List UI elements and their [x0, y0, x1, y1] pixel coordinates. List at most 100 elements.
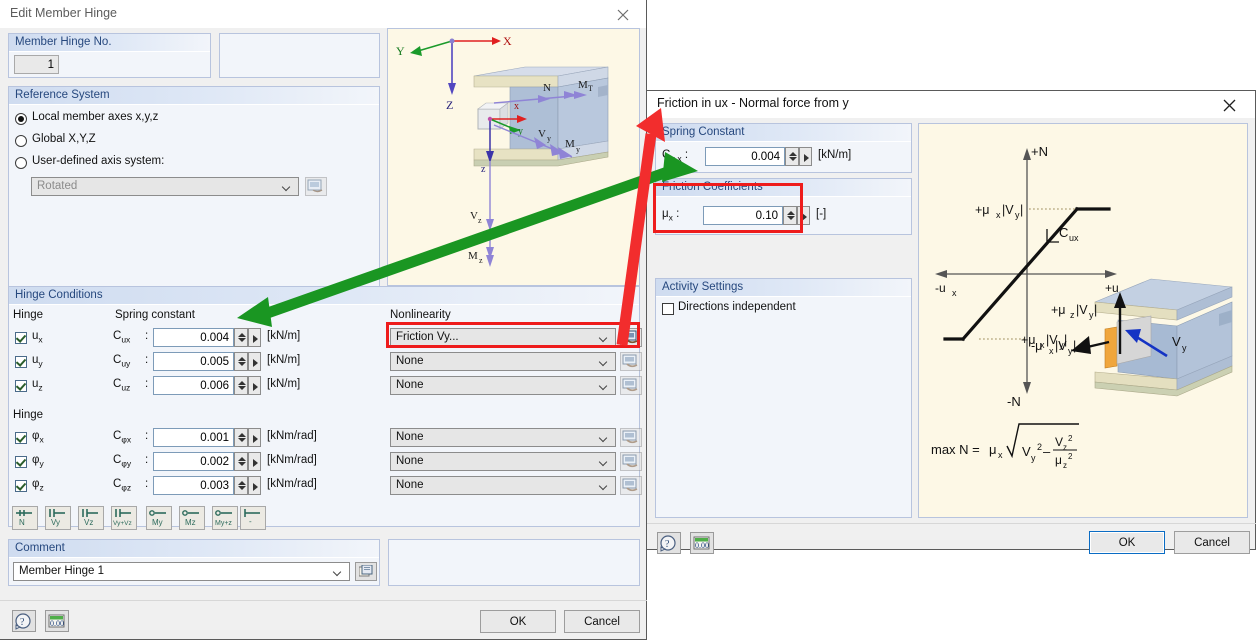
- unit-label-ux: [kN/m]: [267, 330, 300, 342]
- nonlinearity-value-phiy: None: [396, 455, 424, 467]
- ok-button-label: OK: [510, 616, 527, 628]
- radio-local-member-axes[interactable]: [15, 113, 27, 125]
- spring-constant-input-uz[interactable]: 0.006: [153, 376, 234, 395]
- close-icon[interactable]: [1205, 91, 1255, 118]
- svg-text:2: 2: [1068, 434, 1073, 443]
- row-checkbox-uy[interactable]: [15, 356, 27, 368]
- reference-system-group: Reference System Local member axes x,y,z…: [8, 86, 380, 294]
- chevron-down-icon: [600, 383, 608, 388]
- spinner-more-phiz[interactable]: [248, 476, 261, 495]
- spring-constant-input-phiy[interactable]: 0.002: [153, 452, 234, 471]
- spinner-more-phiy[interactable]: [248, 452, 261, 471]
- row-checkbox-phiz[interactable]: [15, 480, 27, 492]
- nonlinearity-combo-uy[interactable]: None: [390, 352, 616, 371]
- ok-button[interactable]: OK: [480, 610, 556, 633]
- spring-constant-value-uy: 0.005: [200, 356, 233, 368]
- radio-user-defined-axes[interactable]: [15, 157, 27, 169]
- svg-text:+μ: +μ: [975, 203, 990, 217]
- row-colon-uz: :: [145, 378, 148, 390]
- nonlinearity-edit-button-phix[interactable]: [620, 428, 642, 447]
- pick-axis-icon[interactable]: [305, 177, 327, 196]
- spinner-more-uz[interactable]: [248, 376, 261, 395]
- radio-user-defined-axes-label: User-defined axis system:: [32, 155, 164, 167]
- nonlinearity-edit-button-uy[interactable]: [620, 352, 642, 371]
- row-colon-uy: :: [145, 354, 148, 366]
- spinner-more-ux[interactable]: [248, 328, 261, 347]
- spinner-uy[interactable]: [234, 352, 248, 371]
- directions-independent-checkbox[interactable]: [662, 303, 674, 315]
- spinner-uz[interactable]: [234, 376, 248, 395]
- units-icon[interactable]: 0.00: [690, 532, 714, 554]
- close-icon[interactable]: [601, 0, 646, 27]
- svg-text:0.00: 0.00: [695, 541, 709, 550]
- spring-constant-more[interactable]: [799, 147, 812, 166]
- unit-label-phix: [kNm/rad]: [267, 430, 317, 442]
- nonlinearity-combo-phiy[interactable]: None: [390, 452, 616, 471]
- nonlinearity-combo-uz[interactable]: None: [390, 376, 616, 395]
- spinner-phiy[interactable]: [234, 452, 248, 471]
- spinner-ux[interactable]: [234, 328, 248, 347]
- preset-mz-button[interactable]: Mz: [179, 506, 205, 530]
- svg-text:x: x: [996, 210, 1001, 220]
- svg-text:2: 2: [1068, 452, 1073, 461]
- spring-constant-spinner[interactable]: [785, 147, 799, 166]
- svg-text:+N: +N: [1031, 144, 1048, 159]
- preset-mymz-button[interactable]: My+z: [212, 506, 238, 530]
- spinner-more-uy[interactable]: [248, 352, 261, 371]
- spring-constant-input-phiz[interactable]: 0.003: [153, 476, 234, 495]
- svg-text:V: V: [470, 210, 478, 222]
- row-checkbox-phiy[interactable]: [15, 456, 27, 468]
- cancel-button[interactable]: Cancel: [564, 610, 640, 633]
- row-const-label-uz: Cuz: [113, 378, 130, 392]
- preset-vz-button[interactable]: Vz: [78, 506, 104, 530]
- spinner-phix[interactable]: [234, 428, 248, 447]
- spring-constant-label: Cu,x :: [662, 149, 688, 163]
- copy-comment-icon[interactable]: [355, 562, 377, 581]
- help-icon[interactable]: ?: [12, 610, 36, 632]
- cancel-button-label: Cancel: [584, 616, 620, 628]
- spring-constant-input-ux[interactable]: 0.004: [153, 328, 234, 347]
- svg-text:Vz: Vz: [84, 518, 93, 527]
- comment-combo[interactable]: Member Hinge 1: [13, 562, 350, 581]
- row-checkbox-uz[interactable]: [15, 380, 27, 392]
- svg-text:Mz: Mz: [185, 518, 196, 527]
- axis-system-combo-value: Rotated: [37, 180, 77, 192]
- spinner-more-phix[interactable]: [248, 428, 261, 447]
- spring-constant-input-uy[interactable]: 0.005: [153, 352, 234, 371]
- svg-text:C: C: [1059, 225, 1068, 240]
- svg-text:z: z: [1063, 461, 1067, 470]
- friction-dialog-title: Friction in ux - Normal force from y: [657, 96, 849, 110]
- svg-text:My+z: My+z: [215, 520, 232, 527]
- row-checkbox-phix[interactable]: [15, 432, 27, 444]
- preset-vyvz-button[interactable]: Vy+Vz: [111, 506, 137, 530]
- svg-text:z: z: [1070, 310, 1075, 320]
- row-label-uz: uz: [32, 378, 43, 392]
- spinner-phiz[interactable]: [234, 476, 248, 495]
- units-icon[interactable]: 0.00: [45, 610, 69, 632]
- help-icon[interactable]: ?: [657, 532, 681, 554]
- ok-button-label: OK: [1119, 537, 1136, 549]
- nonlinearity-friction-combo-highlight: [386, 322, 640, 348]
- ok-button[interactable]: OK: [1089, 531, 1165, 554]
- nonlinearity-edit-button-phiy[interactable]: [620, 452, 642, 471]
- nonlinearity-edit-button-uz[interactable]: [620, 376, 642, 395]
- nonlinearity-combo-phix[interactable]: None: [390, 428, 616, 447]
- spring-constant-input[interactable]: 0.004: [705, 147, 785, 166]
- preset-my-button[interactable]: My: [146, 506, 172, 530]
- cancel-button[interactable]: Cancel: [1174, 531, 1250, 554]
- friction-dialog: Friction in ux - Normal force from y Spr…: [646, 90, 1256, 550]
- preset-n-button[interactable]: N: [12, 506, 38, 530]
- row-const-label-ux: Cux: [113, 330, 130, 344]
- col-header-spring-constant: Spring constant: [115, 309, 195, 321]
- preset-none-button[interactable]: -: [240, 506, 266, 530]
- radio-global-axes[interactable]: [15, 135, 27, 147]
- nonlinearity-combo-phiz[interactable]: None: [390, 476, 616, 495]
- nonlinearity-edit-button-phiz[interactable]: [620, 476, 642, 495]
- axis-system-combo[interactable]: Rotated: [31, 177, 299, 196]
- preset-vy-button[interactable]: Vy: [45, 506, 71, 530]
- member-hinge-no-input[interactable]: 1: [14, 55, 59, 74]
- unit-label-phiz: [kNm/rad]: [267, 478, 317, 490]
- spring-constant-input-phix[interactable]: 0.001: [153, 428, 234, 447]
- row-checkbox-ux[interactable]: [15, 332, 27, 344]
- svg-text:Vy: Vy: [51, 518, 60, 527]
